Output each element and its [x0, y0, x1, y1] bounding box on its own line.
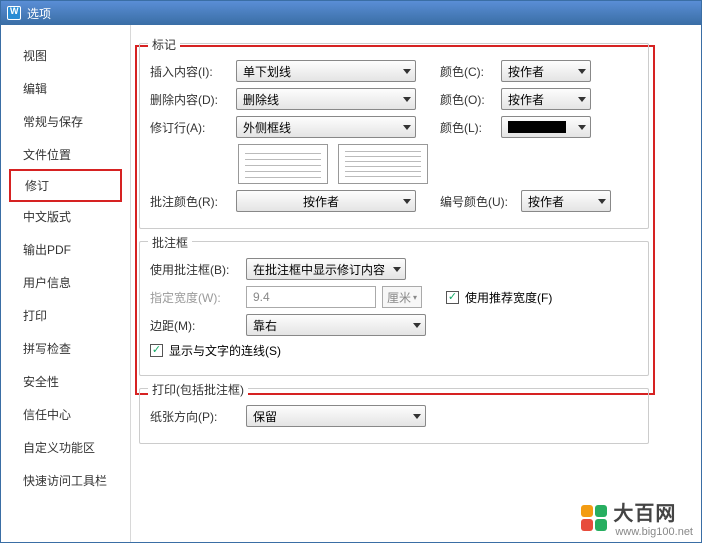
- use-balloon-label: 使用批注框(B):: [150, 261, 240, 278]
- color-c-select[interactable]: 按作者: [501, 60, 591, 82]
- sidebar-item-ribbon[interactable]: 自定义功能区: [1, 431, 130, 464]
- caret-icon: [598, 199, 606, 204]
- options-dialog: 选项 视图 编辑 常规与保存 文件位置 修订 中文版式 输出PDF 用户信息 打…: [0, 0, 702, 543]
- comment-color-select[interactable]: 按作者: [236, 190, 416, 212]
- orient-select[interactable]: 保留: [246, 405, 426, 427]
- caret-icon: [403, 69, 411, 74]
- color-l-label: 颜色(L):: [440, 119, 495, 136]
- delete-label: 删除内容(D):: [150, 91, 230, 108]
- sidebar-item-print[interactable]: 打印: [1, 299, 130, 332]
- orient-label: 纸张方向(P):: [150, 408, 240, 425]
- sidebar-item-general[interactable]: 常规与保存: [1, 105, 130, 138]
- color-l-select[interactable]: [501, 116, 591, 138]
- delete-select[interactable]: 删除线: [236, 88, 416, 110]
- caret-icon: [403, 97, 411, 102]
- watermark: 大百网 www.big100.net: [581, 497, 693, 538]
- sidebar-item-spell[interactable]: 拼写检查: [1, 332, 130, 365]
- number-color-select[interactable]: 按作者: [521, 190, 611, 212]
- preview-right: [338, 144, 428, 184]
- width-label: 指定宽度(W):: [150, 289, 240, 306]
- margin-select[interactable]: 靠右: [246, 314, 426, 336]
- app-icon: [7, 6, 21, 20]
- titlebar[interactable]: 选项: [1, 1, 701, 25]
- print-legend: 打印(包括批注框): [148, 381, 248, 398]
- sidebar-item-filelocation[interactable]: 文件位置: [1, 138, 130, 171]
- insert-select[interactable]: 单下划线: [236, 60, 416, 82]
- sidebar-item-security[interactable]: 安全性: [1, 365, 130, 398]
- sidebar-item-cjk[interactable]: 中文版式: [1, 200, 130, 233]
- checkbox-icon: [446, 291, 459, 304]
- sidebar-item-qat[interactable]: 快速访问工具栏: [1, 464, 130, 497]
- comment-color-label: 批注颜色(R):: [150, 193, 230, 210]
- color-o-select[interactable]: 按作者: [501, 88, 591, 110]
- recommend-width-checkbox[interactable]: 使用推荐宽度(F): [446, 289, 552, 306]
- watermark-url: www.big100.net: [615, 526, 693, 538]
- balloon-legend: 批注框: [148, 234, 192, 251]
- caret-icon: [578, 97, 586, 102]
- caret-icon: [403, 199, 411, 204]
- balloon-group: 批注框 使用批注框(B): 在批注框中显示修订内容 指定宽度(W): 厘米▾ 使…: [139, 241, 649, 376]
- caret-icon: [413, 323, 421, 328]
- color-swatch: [508, 121, 566, 133]
- insert-label: 插入内容(I):: [150, 63, 230, 80]
- window-title: 选项: [27, 5, 51, 22]
- caret-icon: [403, 125, 411, 130]
- watermark-text: 大百网: [613, 497, 693, 526]
- sidebar-item-view[interactable]: 视图: [1, 39, 130, 72]
- sidebar-item-edit[interactable]: 编辑: [1, 72, 130, 105]
- sidebar-item-revision[interactable]: 修订: [9, 169, 122, 202]
- showline-checkbox[interactable]: 显示与文字的连线(S): [150, 342, 281, 359]
- print-group: 打印(包括批注框) 纸张方向(P): 保留: [139, 388, 649, 444]
- mark-legend: 标记: [148, 36, 180, 53]
- caret-icon: [393, 267, 401, 272]
- number-color-label: 编号颜色(U):: [440, 193, 515, 210]
- use-balloon-select[interactable]: 在批注框中显示修订内容: [246, 258, 406, 280]
- logo-icon: [581, 505, 607, 531]
- mark-group: 标记 插入内容(I): 单下划线 颜色(C): 按作者 删除内容(D): 删除线…: [139, 43, 649, 229]
- changedline-label: 修订行(A):: [150, 119, 230, 136]
- sidebar-item-trust[interactable]: 信任中心: [1, 398, 130, 431]
- sidebar: 视图 编辑 常规与保存 文件位置 修订 中文版式 输出PDF 用户信息 打印 拼…: [1, 25, 131, 542]
- caret-icon: [578, 125, 586, 130]
- sidebar-item-pdf[interactable]: 输出PDF: [1, 233, 130, 266]
- margin-label: 边距(M):: [150, 317, 240, 334]
- content-pane: 标记 插入内容(I): 单下划线 颜色(C): 按作者 删除内容(D): 删除线…: [131, 25, 701, 542]
- sidebar-item-userinfo[interactable]: 用户信息: [1, 266, 130, 299]
- width-input[interactable]: [246, 286, 376, 308]
- changedline-select[interactable]: 外侧框线: [236, 116, 416, 138]
- preview-left: [238, 144, 328, 184]
- color-o-label: 颜色(O):: [440, 91, 495, 108]
- color-c-label: 颜色(C):: [440, 63, 495, 80]
- width-unit[interactable]: 厘米▾: [382, 286, 422, 308]
- caret-icon: [413, 414, 421, 419]
- checkbox-icon: [150, 344, 163, 357]
- caret-icon: [578, 69, 586, 74]
